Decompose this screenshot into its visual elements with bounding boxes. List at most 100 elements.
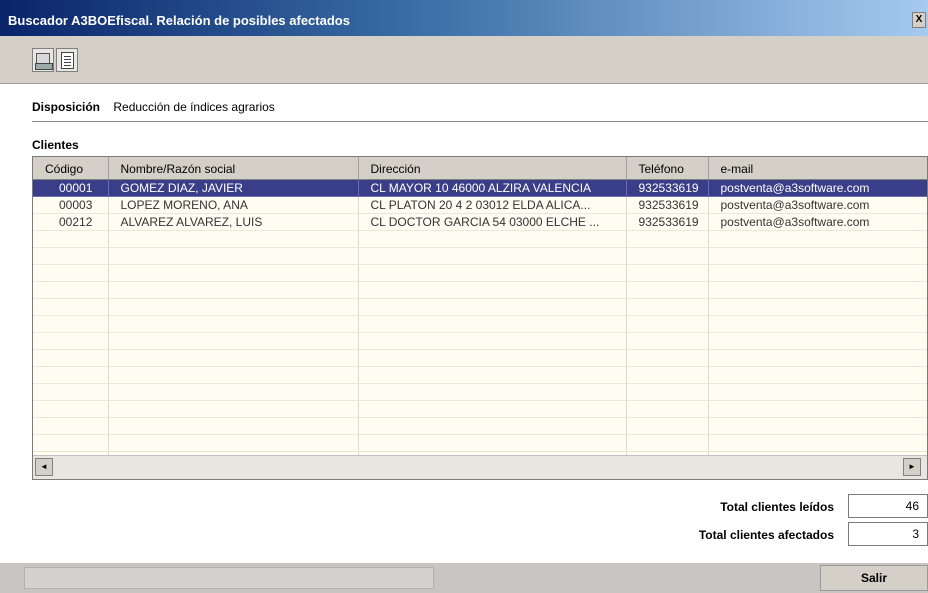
window-titlebar: Buscador A3BOEfiscal. Relación de posibl… <box>0 0 928 36</box>
cell-telefono: 932533619 <box>626 213 709 231</box>
empty-cell <box>626 264 709 282</box>
close-icon[interactable]: X <box>912 12 926 28</box>
empty-row <box>33 247 927 265</box>
empty-cell <box>358 315 627 333</box>
empty-row <box>33 366 927 384</box>
empty-cell <box>108 298 359 316</box>
empty-cell <box>708 230 927 248</box>
status-panel <box>24 567 434 589</box>
empty-cell <box>358 383 627 401</box>
empty-cell <box>626 281 709 299</box>
salir-button[interactable]: Salir <box>820 565 928 591</box>
scroll-left-icon[interactable]: ◄ <box>35 458 53 476</box>
empty-row <box>33 332 927 350</box>
empty-cell <box>108 366 359 384</box>
empty-cell <box>108 230 359 248</box>
empty-cell <box>33 264 109 282</box>
column-header-codigo[interactable]: Código <box>33 157 109 180</box>
toolbar <box>0 36 928 84</box>
cell-telefono: 932533619 <box>626 196 709 214</box>
empty-cell <box>33 417 109 435</box>
empty-cell <box>33 366 109 384</box>
empty-cell <box>358 230 627 248</box>
empty-row <box>33 264 927 282</box>
cell-email: postventa@a3software.com <box>708 179 927 197</box>
empty-cell <box>108 434 359 452</box>
empty-cell <box>626 230 709 248</box>
empty-cell <box>358 247 627 265</box>
empty-cell <box>358 417 627 435</box>
empty-cell <box>108 332 359 350</box>
empty-cell <box>708 383 927 401</box>
header-row: Código Nombre/Razón social Dirección Tel… <box>33 157 927 180</box>
empty-cell <box>358 264 627 282</box>
empty-cell <box>358 366 627 384</box>
empty-cell <box>708 315 927 333</box>
empty-cell <box>33 400 109 418</box>
empty-cell <box>108 315 359 333</box>
divider <box>32 121 928 122</box>
print-button[interactable] <box>32 48 54 72</box>
empty-cell <box>358 349 627 367</box>
empty-cell <box>108 264 359 282</box>
empty-row <box>33 400 927 418</box>
empty-cell <box>708 366 927 384</box>
cell-direccion: CL DOCTOR GARCIA 54 03000 ELCHE ... <box>358 213 627 231</box>
cell-direccion: CL PLATON 20 4 2 03012 ELDA ALICA... <box>358 196 627 214</box>
empty-cell <box>708 247 927 265</box>
horizontal-scrollbar[interactable]: ◄ ► <box>33 455 927 479</box>
disposicion-label: Disposición <box>32 100 101 114</box>
status-bar: Salir <box>0 563 928 593</box>
column-header-nombre[interactable]: Nombre/Razón social <box>108 157 359 180</box>
empty-cell <box>33 247 109 265</box>
table-row[interactable]: 00003 LOPEZ MORENO, ANA CL PLATON 20 4 2… <box>33 196 927 214</box>
table-row[interactable]: 00001 GOMEZ DIAZ, JAVIER CL MAYOR 10 460… <box>33 179 927 197</box>
total-leidos-label: Total clientes leídos <box>720 500 834 514</box>
empty-cell <box>33 434 109 452</box>
scroll-right-icon[interactable]: ► <box>903 458 921 476</box>
empty-row <box>33 298 927 316</box>
cell-nombre: ALVAREZ ALVAREZ, LUIS <box>108 213 359 231</box>
cell-direccion: CL MAYOR 10 46000 ALZIRA VALENCIA <box>358 179 627 197</box>
cell-nombre: LOPEZ MORENO, ANA <box>108 196 359 214</box>
clientes-grid[interactable]: Código Nombre/Razón social Dirección Tel… <box>32 156 928 480</box>
disposicion-row: Disposición Reducción de índices agrario… <box>32 100 275 114</box>
empty-row <box>33 349 927 367</box>
column-header-email[interactable]: e-mail <box>708 157 927 180</box>
empty-cell <box>358 281 627 299</box>
empty-cell <box>708 434 927 452</box>
total-afectados-value: 3 <box>848 522 928 546</box>
total-afectados-label: Total clientes afectados <box>698 528 834 542</box>
empty-row <box>33 417 927 435</box>
empty-cell <box>108 400 359 418</box>
empty-cell <box>708 417 927 435</box>
clientes-label: Clientes <box>32 138 79 152</box>
empty-cell <box>33 230 109 248</box>
empty-cell <box>708 332 927 350</box>
empty-row <box>33 281 927 299</box>
empty-row <box>33 315 927 333</box>
empty-cell <box>108 417 359 435</box>
empty-cell <box>708 349 927 367</box>
empty-cell <box>358 434 627 452</box>
empty-row <box>33 434 927 452</box>
empty-row <box>33 383 927 401</box>
column-header-direccion[interactable]: Dirección <box>358 157 627 180</box>
preview-icon <box>61 52 74 69</box>
table-row[interactable]: 00212 ALVAREZ ALVAREZ, LUIS CL DOCTOR GA… <box>33 213 927 231</box>
empty-cell <box>626 417 709 435</box>
empty-cell <box>708 264 927 282</box>
empty-cell <box>108 281 359 299</box>
column-header-telefono[interactable]: Teléfono <box>626 157 709 180</box>
cell-codigo: 00003 <box>33 196 109 214</box>
preview-button[interactable] <box>56 48 78 72</box>
clientes-table: Código Nombre/Razón social Dirección Tel… <box>33 157 927 469</box>
empty-cell <box>708 281 927 299</box>
empty-cell <box>33 332 109 350</box>
empty-cell <box>358 298 627 316</box>
empty-cell <box>626 349 709 367</box>
disposicion-value: Reducción de índices agrarios <box>113 100 275 114</box>
empty-cell <box>626 315 709 333</box>
empty-cell <box>108 383 359 401</box>
empty-cell <box>626 400 709 418</box>
